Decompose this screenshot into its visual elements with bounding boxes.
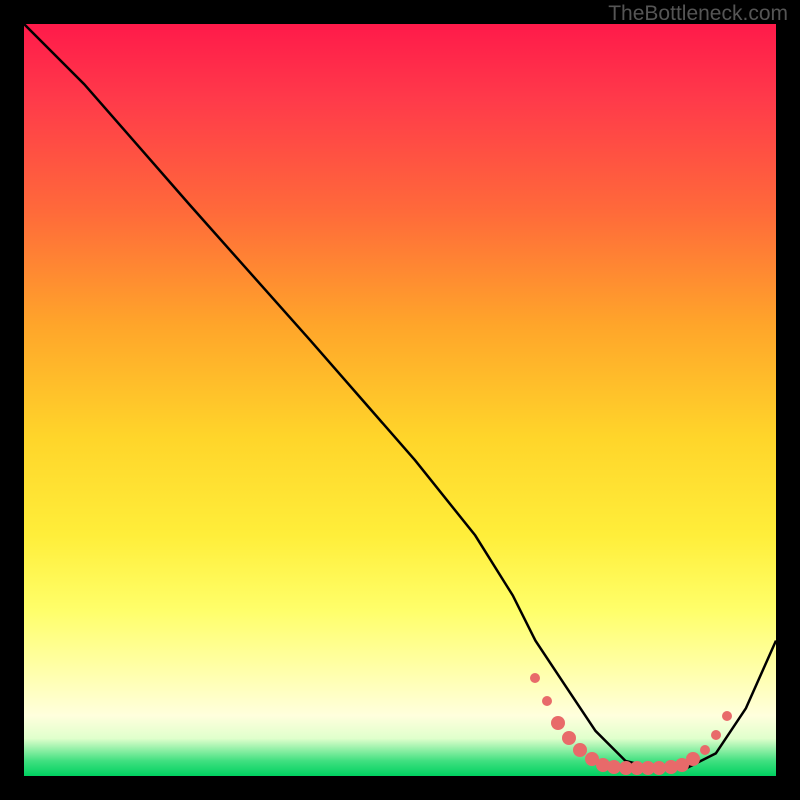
watermark-text: TheBottleneck.com xyxy=(608,2,788,26)
chart-marker-dot xyxy=(573,743,587,757)
chart-marker-dot xyxy=(664,760,678,774)
chart-markers xyxy=(24,24,776,776)
chart-marker-dot xyxy=(562,731,576,745)
chart-marker-dot xyxy=(530,673,540,683)
chart-marker-dot xyxy=(686,752,700,766)
chart-marker-dot xyxy=(607,760,621,774)
chart-marker-dot xyxy=(711,730,721,740)
chart-marker-dot xyxy=(551,716,565,730)
chart-marker-dot xyxy=(542,696,552,706)
chart-marker-dot xyxy=(641,761,655,775)
chart-marker-dot xyxy=(722,711,732,721)
chart-plot-area xyxy=(24,24,776,776)
chart-marker-dot xyxy=(700,745,710,755)
chart-marker-dot xyxy=(619,761,633,775)
chart-marker-dot xyxy=(585,752,599,766)
chart-marker-dot xyxy=(596,758,610,772)
chart-curve xyxy=(24,24,776,776)
chart-marker-dot xyxy=(675,758,689,772)
chart-marker-dot xyxy=(652,761,666,775)
chart-marker-dot xyxy=(630,761,644,775)
